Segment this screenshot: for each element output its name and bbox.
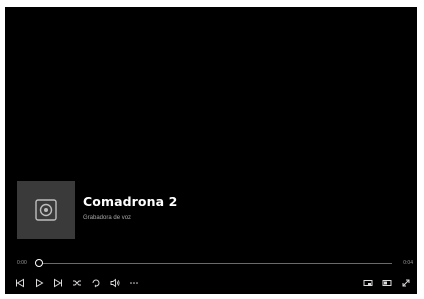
playback-controls <box>14 277 147 289</box>
volume-icon <box>110 278 120 288</box>
total-time: 0:04 <box>403 260 413 266</box>
miniplayer-icon <box>363 280 373 286</box>
fullscreen-button[interactable] <box>400 277 412 289</box>
repeat-icon <box>92 279 100 288</box>
media-player: Comadrona 2 Grabadora de voz 0:00 0:04 <box>5 7 417 294</box>
fullscreen-icon <box>402 279 410 287</box>
more-icon <box>130 282 138 284</box>
previous-icon <box>16 278 24 288</box>
play-button[interactable] <box>33 277 45 289</box>
elapsed-time: 0:00 <box>17 260 27 266</box>
cast-button[interactable] <box>381 277 393 289</box>
miniplayer-button[interactable] <box>362 277 374 289</box>
seek-thumb[interactable] <box>35 259 43 267</box>
track-subtitle: Grabadora de voz <box>83 215 132 221</box>
album-art <box>17 181 75 239</box>
view-controls <box>355 277 412 289</box>
previous-button[interactable] <box>14 277 26 289</box>
next-icon <box>54 278 62 288</box>
seek-bar[interactable] <box>37 263 392 264</box>
repeat-button[interactable] <box>90 277 102 289</box>
play-icon <box>36 278 44 288</box>
next-button[interactable] <box>52 277 64 289</box>
cast-icon <box>382 280 392 286</box>
shuffle-button[interactable] <box>71 277 83 289</box>
volume-button[interactable] <box>109 277 121 289</box>
shuffle-icon <box>73 280 81 286</box>
speaker-icon <box>35 199 57 221</box>
more-button[interactable] <box>128 277 140 289</box>
track-title: Comadrona 2 <box>83 194 178 209</box>
